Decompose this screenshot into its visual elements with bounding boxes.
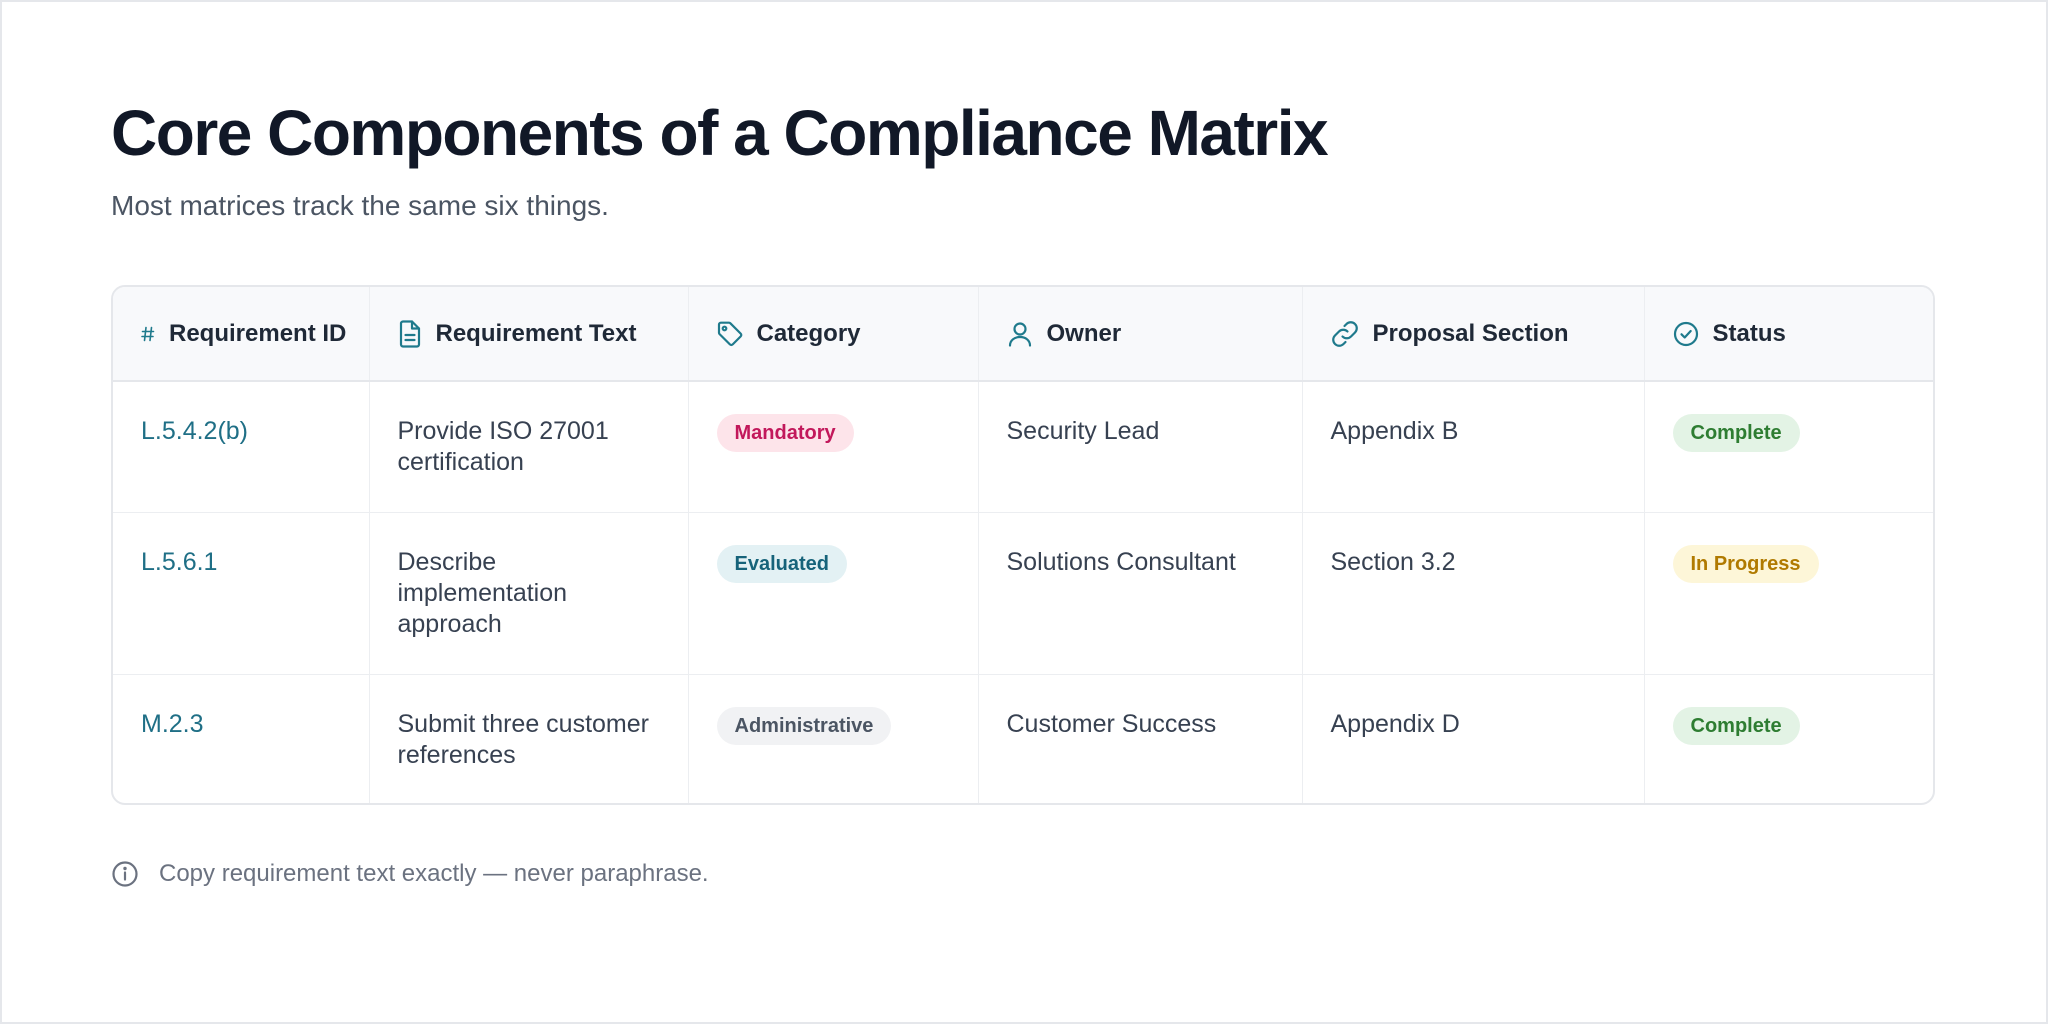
column-header-label: Proposal Section [1372,319,1569,347]
column-header-label: Requirement ID [169,319,347,347]
info-icon [112,861,138,887]
page-title: Core Components of a Compliance Matrix [111,97,1329,169]
proposal-section-cell: Appendix D [1302,674,1645,803]
status-cell: Complete [1644,381,1933,512]
column-header-label: Category [756,319,861,347]
table-row: L.5.6.1 Describe implementation approach… [113,512,1933,674]
user-icon [1008,321,1031,347]
requirement-text-cell: Provide ISO 27001 certification [369,381,689,512]
requirement-text-cell: Submit three customer references [369,674,689,803]
requirement-text-cell: Describe implementation approach [369,512,689,674]
category-cell: Mandatory [688,381,979,512]
tag-icon [717,321,742,346]
proposal-section-cell: Appendix B [1302,381,1645,512]
column-header-label: Owner [1046,319,1122,347]
column-header-label: Requirement Text [435,319,637,347]
table-row: L.5.4.2(b) Provide ISO 27001 certificati… [113,381,1933,512]
hash-icon [141,326,155,341]
category-cell: Evaluated [688,512,979,674]
status-badge: Complete [1672,706,1800,745]
status-badge: Complete [1672,414,1800,452]
column-header-owner[interactable]: Owner [978,287,1303,381]
status-cell: Complete [1644,674,1933,803]
requirement-id-cell[interactable]: L.5.4.2(b) [113,381,370,512]
category-badge: Administrative [716,706,892,745]
column-header-label: Status [1712,319,1786,347]
compliance-matrix-table: Requirement ID Requirement Text Category… [111,285,1935,805]
document-icon [399,319,420,348]
column-header-requirement-text[interactable]: Requirement Text [369,287,689,381]
check-circle-icon [1673,321,1698,346]
footer-note-text: Copy requirement text exactly — never pa… [159,860,709,887]
owner-cell: Solutions Consultant [978,512,1303,674]
status-cell: In Progress [1644,512,1933,674]
footer-note: Copy requirement text exactly — never pa… [111,860,709,888]
table-row: M.2.3 Submit three customer references A… [113,674,1933,803]
page-subtitle: Most matrices track the same six things. [111,190,609,221]
status-badge: In Progress [1672,544,1819,583]
owner-cell: Security Lead [978,381,1303,512]
category-badge: Mandatory [716,414,854,452]
requirement-id-cell[interactable]: M.2.3 [113,674,370,803]
category-cell: Administrative [688,674,979,803]
category-badge: Evaluated [716,544,847,583]
proposal-section-cell: Section 3.2 [1302,512,1645,674]
column-header-requirement-id[interactable]: Requirement ID [113,287,370,381]
column-header-status[interactable]: Status [1644,287,1933,381]
table-header-row: Requirement ID Requirement Text Category… [113,287,1933,381]
column-header-proposal-section[interactable]: Proposal Section [1302,287,1645,381]
owner-cell: Customer Success [978,674,1303,803]
link-icon [1331,320,1358,347]
column-header-category[interactable]: Category [688,287,979,381]
requirement-id-cell[interactable]: L.5.6.1 [113,512,370,674]
